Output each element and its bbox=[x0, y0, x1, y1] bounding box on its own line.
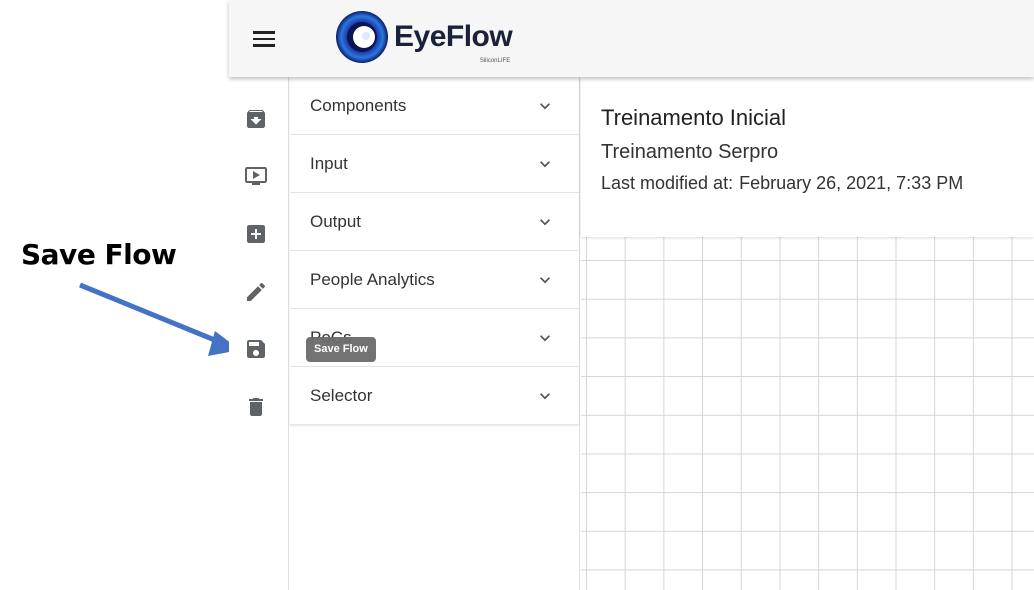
screenshot: Save Flow EyeFlow SiliconLIFE Components… bbox=[0, 0, 1034, 590]
import-button[interactable] bbox=[243, 106, 269, 132]
trash-icon bbox=[249, 398, 263, 416]
icon-rail bbox=[229, 77, 289, 590]
save-flow-tooltip: Save Flow bbox=[306, 337, 376, 362]
archive-download-icon bbox=[247, 110, 265, 128]
play-screen-icon bbox=[245, 167, 267, 185]
flow-editor: Treinamento Inicial Treinamento Serpro L… bbox=[581, 77, 1034, 590]
edit-button[interactable] bbox=[243, 279, 269, 305]
last-modified: Last modified at: February 26, 2021, 7:33… bbox=[601, 173, 963, 194]
accordion-label: Output bbox=[310, 211, 362, 231]
save-flow-button[interactable] bbox=[243, 336, 269, 362]
chevron-down-icon bbox=[535, 270, 555, 290]
accordion-input[interactable]: Input bbox=[290, 135, 579, 193]
hamburger-icon bbox=[253, 31, 275, 34]
chevron-down-icon bbox=[535, 386, 555, 406]
chevron-down-icon bbox=[535, 96, 555, 116]
last-modified-label: Last modified at: bbox=[601, 173, 734, 193]
chevron-down-icon bbox=[535, 328, 555, 348]
accordion-label: Input bbox=[310, 153, 348, 173]
accordion-label: Selector bbox=[310, 385, 373, 405]
last-modified-value: February 26, 2021, 7:33 PM bbox=[739, 173, 964, 193]
hamburger-menu-button[interactable] bbox=[251, 27, 279, 51]
accordion-output[interactable]: Output bbox=[290, 193, 579, 251]
accordion-components[interactable]: Components bbox=[290, 77, 579, 135]
delete-button[interactable] bbox=[243, 394, 269, 420]
flow-title: Treinamento Inicial bbox=[601, 105, 787, 130]
flow-subtitle: Treinamento Serpro bbox=[601, 141, 779, 163]
eyeflow-logo-icon bbox=[336, 11, 388, 63]
add-button[interactable] bbox=[243, 221, 269, 247]
flow-info-card: Treinamento Inicial Treinamento Serpro L… bbox=[581, 77, 1034, 237]
flow-canvas-grid[interactable] bbox=[581, 237, 1034, 590]
eyeflow-app: EyeFlow SiliconLIFE Components Input Out… bbox=[229, 0, 1034, 590]
chevron-down-icon bbox=[535, 212, 555, 232]
brand-name: EyeFlow bbox=[394, 20, 513, 53]
components-panel: Components Input Output People Analytics… bbox=[290, 77, 580, 590]
app-logo[interactable]: EyeFlow SiliconLIFE bbox=[334, 7, 513, 67]
save-floppy-icon bbox=[247, 340, 265, 358]
add-box-icon bbox=[247, 225, 265, 243]
accordion-selector[interactable]: Selector bbox=[290, 367, 579, 425]
pencil-icon bbox=[247, 282, 266, 301]
run-flow-button[interactable] bbox=[243, 163, 269, 189]
top-app-bar: EyeFlow SiliconLIFE bbox=[229, 0, 1034, 77]
chevron-down-icon bbox=[535, 154, 555, 174]
accordion-label: People Analytics bbox=[310, 269, 435, 289]
annotation-label: Save Flow bbox=[21, 238, 177, 271]
accordion-people-analytics[interactable]: People Analytics bbox=[290, 251, 579, 309]
accordion-label: Components bbox=[310, 95, 407, 115]
brand-subtitle: SiliconLIFE bbox=[479, 58, 511, 64]
